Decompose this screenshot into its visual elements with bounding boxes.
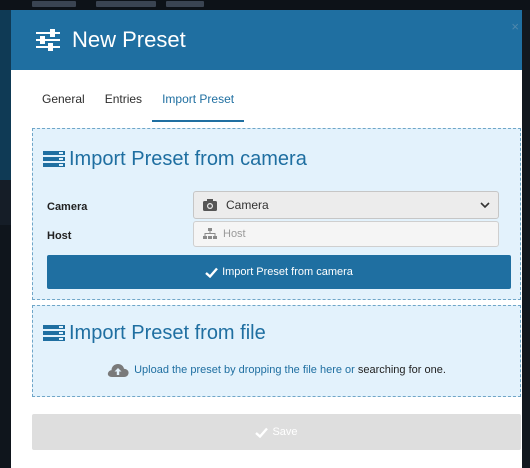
camera-section-title-text: Import Preset from camera [69, 148, 307, 170]
background-overlay-left [0, 10, 11, 468]
import-button-label: Import Preset from camera [222, 266, 353, 278]
sitemap-icon [203, 228, 217, 239]
import-from-camera-panel: Import Preset from camera Camera Camera … [32, 128, 521, 300]
host-placeholder: Host [223, 228, 246, 240]
import-from-camera-button[interactable]: Import Preset from camera [47, 255, 511, 289]
cloud-upload-icon [107, 364, 129, 377]
file-section-title: Import Preset from file [43, 321, 266, 345]
host-label: Host [47, 230, 72, 242]
background-app-strip [0, 0, 530, 10]
upload-dropzone-text: Upload the preset by dropping the file h… [33, 362, 520, 378]
tab-general[interactable]: General [32, 89, 95, 122]
save-button[interactable]: Save [32, 414, 521, 450]
background-text-fragment [96, 1, 156, 7]
camera-select[interactable]: Camera [193, 191, 499, 219]
chevron-down-icon [480, 202, 490, 209]
camera-select-value: Camera [226, 198, 269, 212]
background-text-fragment [166, 1, 204, 7]
check-icon [255, 427, 269, 438]
check-icon [205, 267, 218, 278]
camera-section-title: Import Preset from camera [43, 147, 307, 171]
save-button-label: Save [272, 426, 298, 438]
tab-entries[interactable]: Entries [95, 89, 152, 122]
sliders-icon [36, 29, 60, 51]
dialog-tabs: General Entries Import Preset [32, 89, 522, 122]
close-icon[interactable]: × [511, 19, 519, 34]
search-file-link[interactable]: searching for one [358, 364, 443, 376]
list-icon [43, 324, 65, 341]
background-overlay-right [522, 10, 530, 468]
background-text-fragment [32, 1, 76, 7]
file-section-title-text: Import Preset from file [69, 322, 266, 344]
upload-period: . [442, 364, 446, 376]
upload-instruction: Upload the preset by dropping the file h… [134, 364, 355, 376]
new-preset-dialog: New Preset × General Entries Import Pres… [11, 10, 522, 468]
host-input[interactable]: Host [193, 221, 499, 247]
camera-icon [203, 199, 217, 211]
import-from-file-panel[interactable]: Import Preset from file Upload the prese… [32, 305, 521, 397]
dialog-title: New Preset [72, 27, 186, 52]
tab-import-preset[interactable]: Import Preset [152, 89, 245, 122]
list-icon [43, 150, 65, 167]
camera-label: Camera [47, 201, 88, 213]
dialog-header: New Preset × [11, 10, 522, 70]
